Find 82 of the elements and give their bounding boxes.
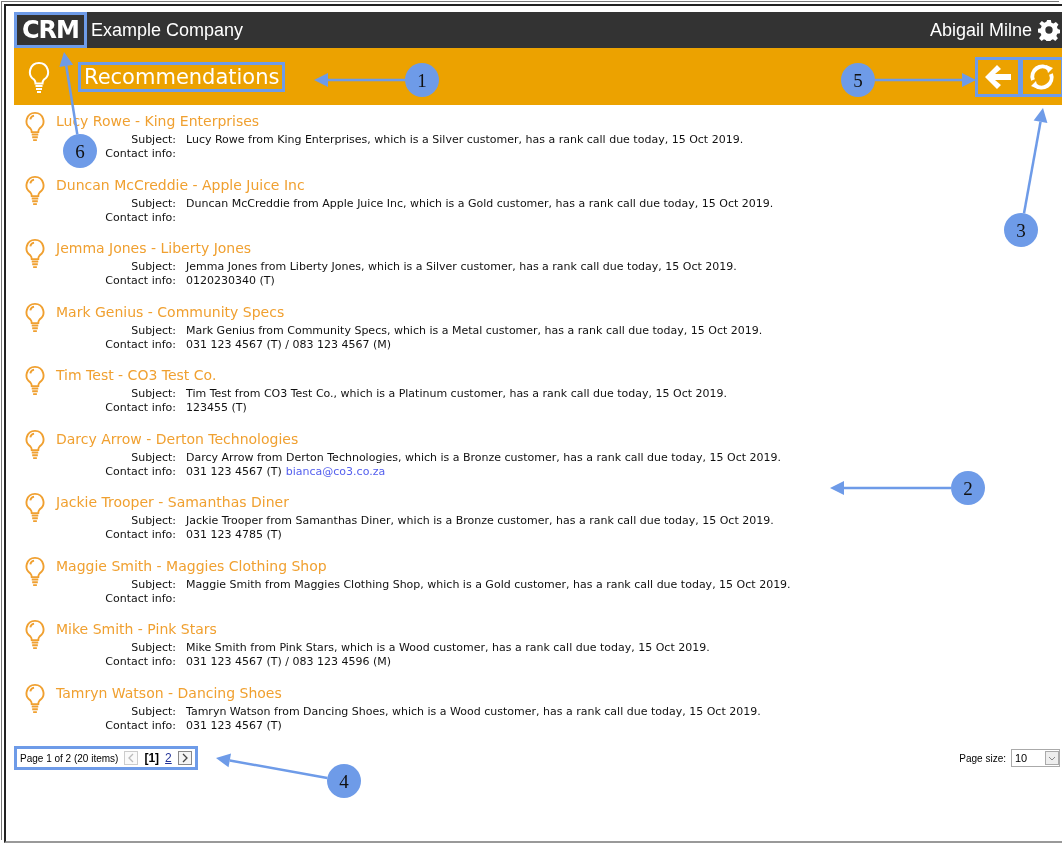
page-size-label: Page size: (959, 752, 1006, 764)
lightbulb-icon (24, 492, 46, 522)
page-title: Recommendations (80, 63, 284, 90)
lightbulb-icon (24, 238, 46, 268)
field-label: Subject: (131, 577, 176, 592)
field-label: Subject: (131, 514, 176, 528)
recommendation-link[interactable]: Tim Test - CO3 Test Co. (56, 365, 217, 385)
field-label: Contact info: (105, 401, 176, 415)
contact-text: 123455 (T) (186, 401, 247, 414)
field-label: Contact info: (105, 210, 176, 225)
field-label: Contact info: (105, 274, 176, 288)
callout-badge: 5 (841, 63, 875, 97)
recommendation-link[interactable]: Jemma Jones - Liberty Jones (56, 238, 252, 258)
lightbulb-icon (24, 174, 46, 205)
lightbulb-icon (24, 428, 46, 459)
callout-badge: 2 (951, 471, 985, 505)
contact-text: 031 123 4567 (T) (186, 718, 282, 732)
contact-text: 0120230340 (T) (186, 274, 275, 287)
email-link[interactable]: bianca@co3.co.za (285, 464, 386, 478)
crm-logo[interactable]: CRM (16, 14, 85, 46)
recommendation-link[interactable]: Jackie Trooper - Samanthas Diner (56, 492, 289, 512)
refresh-button[interactable] (1022, 58, 1062, 95)
callout-badge: 6 (63, 134, 97, 168)
field-label: Contact info: (105, 337, 176, 352)
lightbulb-icon (24, 619, 46, 649)
lightbulb-icon (28, 60, 50, 93)
lightbulb-icon (24, 365, 46, 395)
refresh-icon (1028, 62, 1056, 91)
page-link[interactable]: 2 (165, 751, 172, 765)
contact-text: 031 123 4567 (T) / 083 123 4596 (M) (186, 655, 392, 668)
next-page-button[interactable] (177, 751, 192, 765)
chevron-right-icon (180, 753, 189, 763)
recommendation-link[interactable]: Duncan McCreddie - Apple Juice Inc (56, 174, 305, 195)
subject-text: Tamryn Watson from Dancing Shoes, which is a Wood customer, has a rank call due today, 15 Oct 2019. (186, 704, 761, 719)
recommendation-link[interactable]: Maggie Smith - Maggies Clothing Shop (56, 555, 327, 576)
subject-text: Jemma Jones from Liberty Jones, which is a Silver customer, has a rank call due today, 15 Oct 2019. (186, 260, 737, 274)
recommendation-link[interactable]: Tamryn Watson - Dancing Shoes (56, 682, 282, 703)
contact-text: 031 123 4567 (T) (186, 464, 282, 478)
field-label: Contact info: (105, 655, 176, 669)
lightbulb-icon (24, 301, 46, 332)
field-label: Subject: (131, 196, 176, 211)
field-label: Subject: (131, 450, 176, 465)
subject-text: Tim Test from CO3 Test Co., which is a Platinum customer, has a rank call due today, 15 Oct 2019. (186, 387, 728, 401)
subject-text: Mark Genius from Community Specs, which is a Metal customer, has a rank call due today, 15 Oct 2019. (186, 323, 763, 338)
recommendation-link[interactable]: Mike Smith - Pink Stars (56, 619, 217, 639)
back-button[interactable] (977, 58, 1019, 95)
user-name[interactable]: Abigail Milne (929, 19, 1032, 41)
subject-text: Mike Smith from Pink Stars, which is a Wood customer, has a rank call due today, 15 Oct 2019. (186, 641, 710, 655)
callout-badge: 4 (327, 764, 361, 798)
contact-text: 031 123 4785 (T) (186, 528, 282, 541)
callout-badge: 3 (1004, 213, 1038, 247)
lightbulb-icon (24, 682, 46, 713)
callout-badge: 1 (405, 63, 439, 97)
field-label: Subject: (131, 260, 176, 274)
field-label: Subject: (131, 323, 176, 338)
field-label: Contact info: (105, 147, 176, 161)
field-label: Subject: (131, 387, 176, 401)
current-page[interactable]: [1] (144, 751, 160, 765)
field-label: Contact info: (105, 464, 176, 479)
lightbulb-icon (24, 555, 46, 586)
lightbulb-icon (24, 111, 46, 141)
recommendation-link[interactable]: Darcy Arrow - Derton Technologies (56, 428, 299, 449)
chevron-left-icon (127, 753, 136, 763)
company-name: Example Company (91, 19, 244, 41)
dropdown-caret-icon (1045, 751, 1059, 765)
recommendation-link[interactable]: Mark Genius - Community Specs (56, 301, 285, 322)
subject-text: Jackie Trooper from Samanthas Diner, which is a Bronze customer, has a rank call due today, 15 Oct 2019. (186, 514, 774, 528)
subject-text: Lucy Rowe from King Enterprises, which is a Silver customer, has a rank call due today, 15 Oct 2019. (186, 133, 744, 147)
subject-text: Duncan McCreddie from Apple Juice Inc, which is a Gold customer, has a rank call due today, 15 Oct 2019. (186, 196, 774, 211)
settings-icon[interactable] (1038, 19, 1060, 41)
field-label: Subject: (131, 641, 176, 655)
contact-text: 031 123 4567 (T) / 083 123 4567 (M) (186, 337, 392, 351)
subject-text: Maggie Smith from Maggies Clothing Shop, which is a Gold customer, has a rank call due today, 15 Oct 2019. (186, 577, 791, 592)
field-label: Subject: (131, 133, 176, 147)
field-label: Subject: (131, 704, 176, 719)
field-label: Contact info: (105, 528, 176, 542)
back-arrow-icon (983, 62, 1013, 91)
page-summary: Page 1 of 2 (20 items) (20, 752, 119, 764)
field-label: Contact info: (105, 718, 176, 733)
subject-text: Darcy Arrow from Derton Technologies, which is a Bronze customer, has a rank call due today, 15 Oct 2019. (186, 450, 781, 465)
page-size-dropdown[interactable]: 10 (1011, 749, 1060, 767)
field-label: Contact info: (105, 591, 176, 606)
